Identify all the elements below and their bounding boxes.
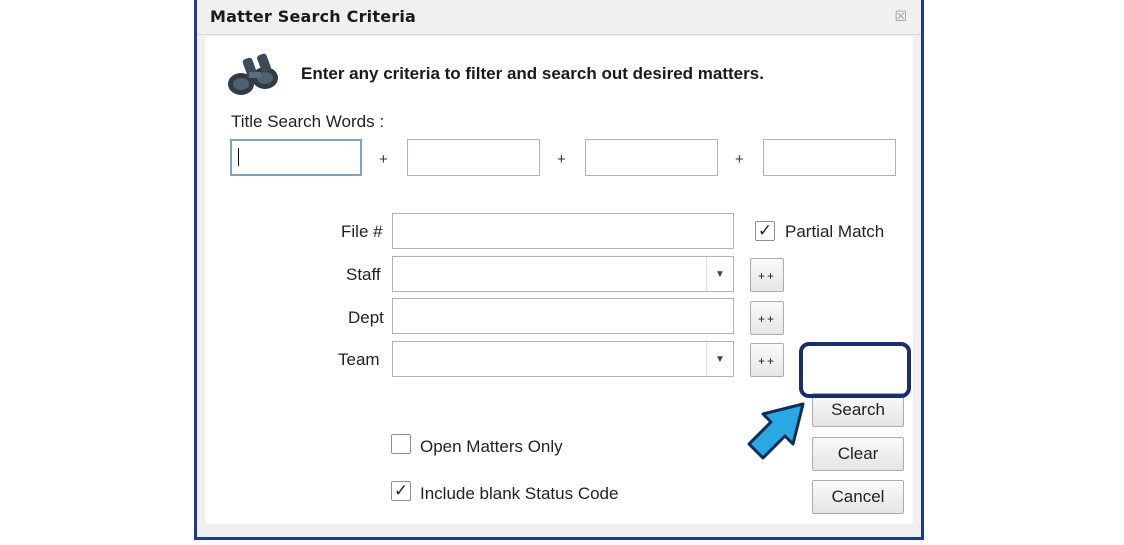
instruction-text: Enter any criteria to filter and search … bbox=[301, 64, 764, 83]
dialog-title: Matter Search Criteria bbox=[210, 7, 417, 26]
partial-match-checkbox[interactable]: ✓ bbox=[755, 221, 775, 241]
matter-search-dialog: Matter Search Criteria ☒ Enter any crite… bbox=[194, 0, 924, 540]
dept-add-button[interactable]: ++ bbox=[750, 301, 784, 335]
staff-combobox[interactable]: ▼ bbox=[392, 256, 734, 292]
open-matters-label: Open Matters Only bbox=[420, 437, 563, 456]
search-button[interactable]: Search bbox=[812, 393, 904, 427]
blank-status-label: Include blank Status Code bbox=[420, 484, 619, 503]
team-combobox[interactable]: ▼ bbox=[392, 341, 734, 377]
cancel-button[interactable]: Cancel bbox=[812, 480, 904, 514]
clear-button[interactable]: Clear bbox=[812, 437, 904, 471]
file-number-label: File # bbox=[341, 222, 383, 241]
close-icon[interactable]: ☒ bbox=[894, 8, 907, 25]
team-add-button[interactable]: ++ bbox=[750, 343, 784, 377]
blank-status-checkbox[interactable]: ✓ bbox=[391, 481, 411, 501]
team-label: Team bbox=[338, 350, 380, 369]
title-bar: Matter Search Criteria ☒ bbox=[197, 0, 921, 35]
file-number-input[interactable] bbox=[392, 213, 734, 249]
title-word-1-input[interactable] bbox=[230, 139, 362, 176]
partial-match-label: Partial Match bbox=[785, 222, 885, 241]
dept-label: Dept bbox=[348, 308, 384, 327]
binoculars-icon bbox=[228, 53, 278, 95]
plus-separator: + bbox=[557, 151, 566, 168]
title-word-3-input[interactable] bbox=[585, 139, 718, 176]
open-matters-checkbox[interactable] bbox=[391, 434, 411, 454]
callout-arrow-icon bbox=[747, 402, 805, 460]
staff-label: Staff bbox=[346, 265, 381, 284]
plus-separator: + bbox=[379, 151, 388, 168]
title-search-label: Title Search Words : bbox=[231, 112, 385, 131]
staff-add-button[interactable]: ++ bbox=[750, 258, 784, 292]
title-word-2-input[interactable] bbox=[407, 139, 540, 176]
text-caret bbox=[238, 148, 239, 166]
dept-input[interactable] bbox=[392, 298, 734, 334]
plus-separator: + bbox=[735, 151, 744, 168]
title-word-4-input[interactable] bbox=[763, 139, 896, 176]
chevron-down-icon[interactable]: ▼ bbox=[706, 342, 733, 376]
chevron-down-icon[interactable]: ▼ bbox=[706, 257, 733, 291]
